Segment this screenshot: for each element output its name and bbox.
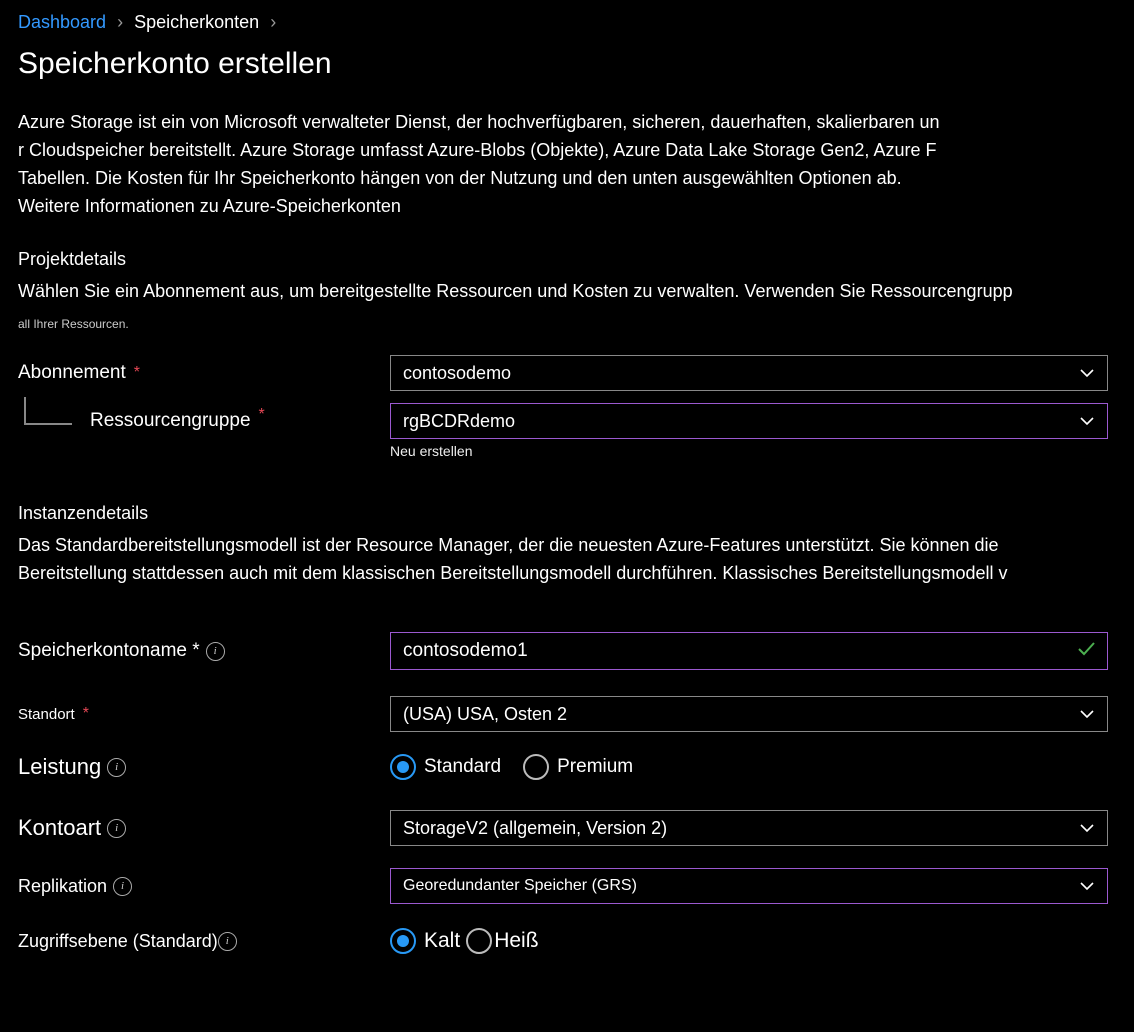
- radio-icon: [466, 928, 492, 954]
- section-heading-project: Projektdetails: [0, 229, 1134, 278]
- info-icon[interactable]: i: [206, 642, 225, 661]
- row-resource-group: Ressourcengruppe * rgBCDRdemo Neu erstell…: [0, 397, 1134, 467]
- radio-premium-label: Premium: [557, 756, 633, 778]
- chevron-down-icon: [1077, 876, 1097, 896]
- access-tier-radio-group: Kalt Heiß: [390, 928, 1108, 954]
- account-name-input[interactable]: contosodemo1: [390, 632, 1108, 670]
- radio-hot[interactable]: Heiß: [466, 928, 538, 954]
- label-performance-text: Leistung: [18, 754, 101, 780]
- chevron-right-icon: ›: [270, 12, 276, 32]
- intro-line: Azure Storage ist ein von Microsoft verw…: [18, 112, 940, 132]
- label-subscription-text: Abonnement: [18, 362, 126, 384]
- label-resource-group: Ressourcengruppe *: [18, 403, 390, 435]
- row-account-kind: Kontoart i StorageV2 (allgemein, Version…: [0, 804, 1134, 852]
- location-value: (USA) USA, Osten 2: [403, 704, 567, 725]
- chevron-down-icon: [1077, 363, 1097, 383]
- label-access-tier-text: Zugriffsebene (Standard): [18, 931, 218, 952]
- intro-line: r Cloudspeicher bereitstellt. Azure Stor…: [18, 140, 936, 160]
- info-icon[interactable]: i: [218, 932, 237, 951]
- check-icon: [1075, 637, 1097, 665]
- label-replication: Replikation i: [18, 876, 390, 897]
- radio-icon: [390, 928, 416, 954]
- breadcrumb-dashboard[interactable]: Dashboard: [18, 12, 106, 32]
- account-name-value: contosodemo1: [403, 640, 528, 662]
- row-location: Standort * (USA) USA, Osten 2: [0, 690, 1134, 738]
- radio-cold[interactable]: Kalt: [390, 928, 460, 954]
- replication-value: Georedundanter Speicher (GRS): [403, 877, 637, 895]
- instance-desc: Das Standardbereitstellungsmodell ist de…: [0, 532, 1134, 588]
- radio-icon: [390, 754, 416, 780]
- intro-line: Tabellen. Die Kosten für Ihr Speicherkon…: [18, 168, 902, 188]
- radio-standard[interactable]: Standard: [390, 754, 501, 780]
- location-select[interactable]: (USA) USA, Osten 2: [390, 696, 1108, 732]
- label-access-tier: Zugriffsebene (Standard) i: [18, 931, 390, 952]
- page-title: Speicherkonto erstellen: [18, 47, 1116, 81]
- create-new-link[interactable]: Neu erstellen: [390, 443, 473, 459]
- project-desc-small: all Ihrer Ressourcen.: [0, 317, 1134, 331]
- learn-more-link[interactable]: Weitere Informationen zu Azure-Speicherk…: [18, 196, 401, 216]
- subscription-select[interactable]: contosodemo: [390, 355, 1108, 391]
- chevron-down-icon: [1077, 704, 1097, 724]
- label-location: Standort *: [18, 705, 390, 723]
- row-account-name: Speicherkontoname * i contosodemo1: [0, 626, 1134, 676]
- resource-group-select[interactable]: rgBCDRdemo: [390, 403, 1108, 439]
- label-subscription: Abonnement *: [18, 362, 390, 384]
- breadcrumb-storage-accounts[interactable]: Speicherkonten: [134, 12, 259, 32]
- resource-group-value: rgBCDRdemo: [403, 411, 515, 432]
- row-performance: Leistung i Standard Premium: [0, 748, 1134, 786]
- tree-indent-icon: [24, 397, 72, 425]
- account-kind-select[interactable]: StorageV2 (allgemein, Version 2): [390, 810, 1108, 846]
- project-desc: Wählen Sie ein Abonnement aus, um bereit…: [0, 278, 1134, 306]
- section-heading-instance: Instanzendetails: [0, 467, 1134, 532]
- instance-desc-line: Bereitstellung stattdessen auch mit dem …: [18, 563, 1008, 583]
- chevron-down-icon: [1077, 411, 1097, 431]
- label-replication-text: Replikation: [18, 876, 107, 897]
- label-account-kind: Kontoart i: [18, 815, 390, 841]
- radio-standard-label: Standard: [424, 756, 501, 778]
- replication-select[interactable]: Georedundanter Speicher (GRS): [390, 868, 1108, 904]
- label-location-text: Standort: [18, 706, 75, 723]
- radio-icon: [523, 754, 549, 780]
- project-desc-line: Wählen Sie ein Abonnement aus, um bereit…: [18, 281, 1013, 301]
- label-account-kind-text: Kontoart: [18, 815, 101, 841]
- account-kind-value: StorageV2 (allgemein, Version 2): [403, 818, 667, 839]
- label-resource-group-text: Ressourcengruppe: [90, 410, 251, 432]
- row-replication: Replikation i Georedundanter Speicher (G…: [0, 862, 1134, 910]
- required-icon: *: [259, 406, 265, 424]
- radio-cold-label: Kalt: [424, 929, 460, 953]
- radio-hot-label: Heiß: [494, 929, 538, 953]
- breadcrumb: Dashboard › Speicherkonten ›: [0, 0, 1134, 33]
- intro-paragraph: Azure Storage ist ein von Microsoft verw…: [0, 109, 1134, 221]
- info-icon[interactable]: i: [113, 877, 132, 896]
- instance-desc-line: Das Standardbereitstellungsmodell ist de…: [18, 535, 999, 555]
- label-account-name: Speicherkontoname * i: [18, 640, 390, 662]
- info-icon[interactable]: i: [107, 758, 126, 777]
- chevron-right-icon: ›: [117, 12, 123, 32]
- required-icon: *: [134, 364, 140, 382]
- row-subscription: Abonnement * contosodemo: [0, 349, 1134, 397]
- info-icon[interactable]: i: [107, 819, 126, 838]
- required-icon: *: [83, 705, 89, 723]
- row-access-tier: Zugriffsebene (Standard) i Kalt Heiß: [0, 922, 1134, 960]
- chevron-down-icon: [1077, 818, 1097, 838]
- label-account-name-text: Speicherkontoname *: [18, 640, 200, 662]
- radio-premium[interactable]: Premium: [523, 754, 633, 780]
- subscription-value: contosodemo: [403, 363, 511, 384]
- performance-radio-group: Standard Premium: [390, 754, 1108, 780]
- label-performance: Leistung i: [18, 754, 390, 780]
